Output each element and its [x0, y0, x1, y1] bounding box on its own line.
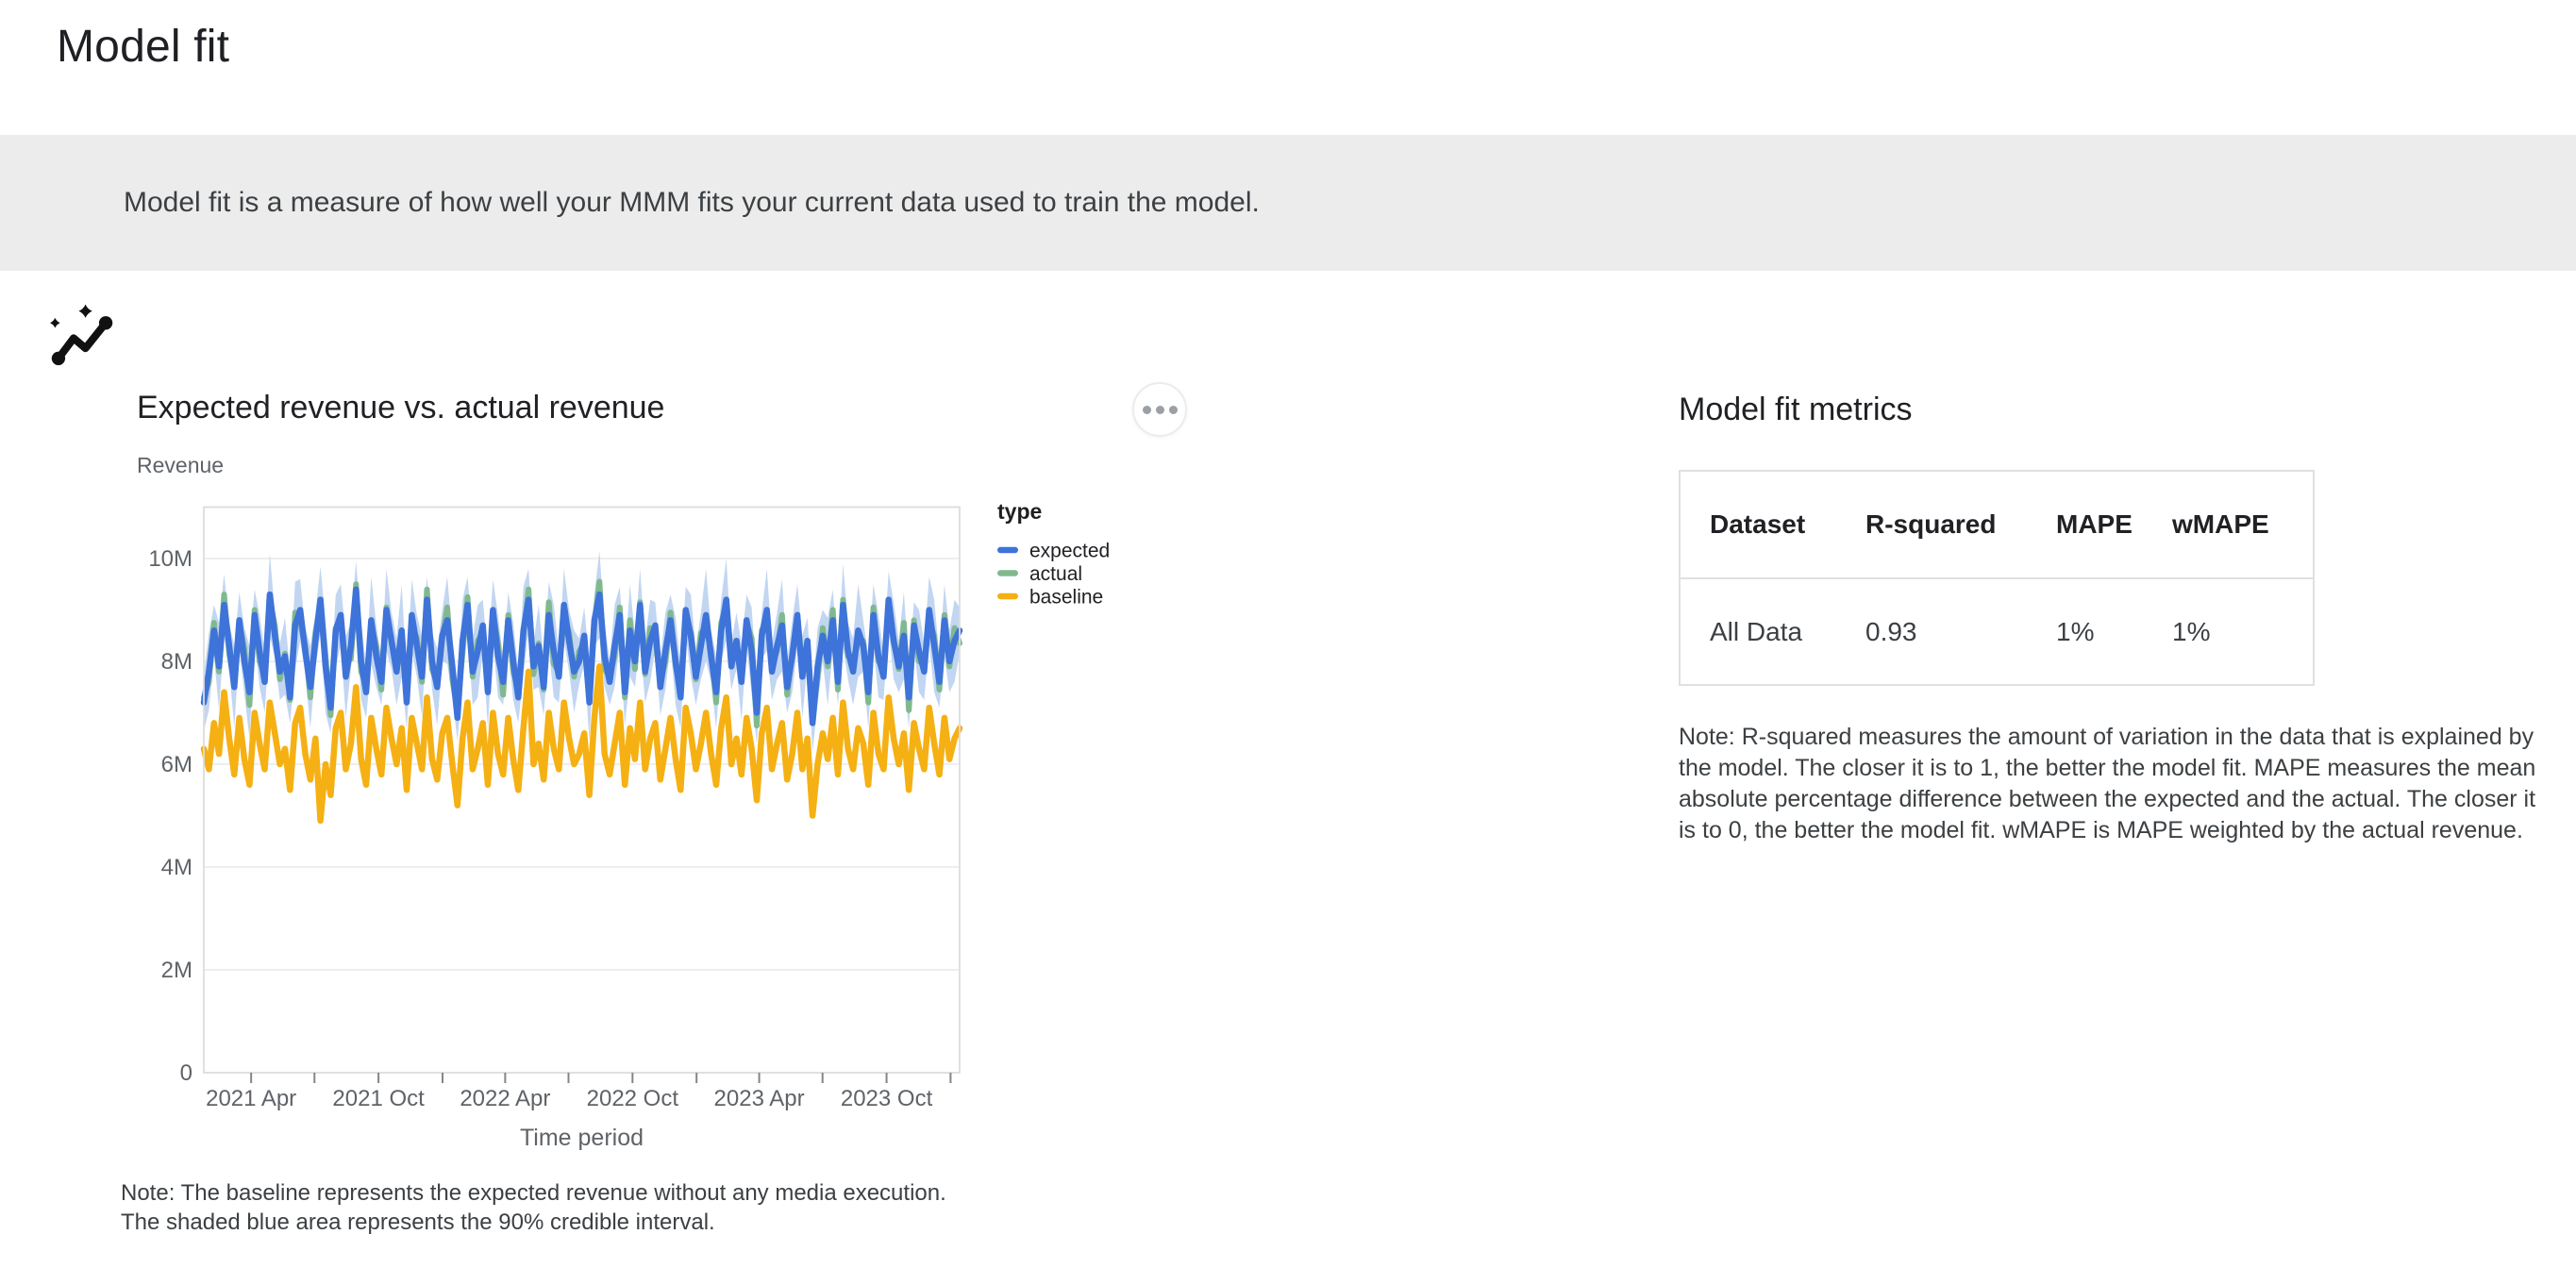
cell-mape: 1% — [2056, 578, 2163, 685]
chart-note: Note: The baseline represents the expect… — [121, 1178, 946, 1237]
model-fit-metrics-table: Dataset R-squared MAPE wMAPE All Data 0.… — [1679, 470, 2315, 686]
metrics-title: Model fit metrics — [1679, 392, 1913, 428]
table-header-row: Dataset R-squared MAPE wMAPE — [1680, 471, 2314, 578]
x-axis-tick-label: 2023 Apr — [714, 1086, 805, 1111]
baseline-line — [204, 666, 960, 821]
x-axis-tick-label: 2022 Apr — [460, 1086, 550, 1111]
chart-note-line1: Note: The baseline represents the expect… — [121, 1178, 946, 1208]
header-r-squared: R-squared — [1865, 471, 2056, 578]
header-wmape: wMAPE — [2163, 471, 2314, 578]
metrics-note: Note: R-squared measures the amount of v… — [1679, 722, 2547, 846]
y-axis-tick-label: 2M — [161, 958, 192, 983]
expected-vs-actual-revenue-chart: 0 2M 4M 6M 8M 10M 2021 Apr 2021 Oct 2022 Apr 2022… — [132, 491, 1227, 1179]
x-axis-title: Time period — [520, 1125, 644, 1151]
legend-swatch-expected — [997, 547, 1018, 553]
y-axis-tick-label: 4M — [161, 855, 192, 880]
cell-r-squared: 0.93 — [1865, 578, 2056, 685]
table-row: All Data 0.93 1% 1% — [1680, 578, 2314, 685]
x-axis-tick-label: 2021 Oct — [332, 1086, 425, 1111]
header-mape: MAPE — [2056, 471, 2163, 578]
legend-item-label: actual — [1029, 563, 1082, 585]
legend-item-label: baseline — [1029, 587, 1103, 609]
legend-item-label: expected — [1029, 541, 1110, 562]
cell-dataset: All Data — [1680, 578, 1865, 685]
chart-more-options-button[interactable] — [1132, 382, 1187, 437]
cell-wmape: 1% — [2163, 578, 2314, 685]
x-axis-tick-label: 2022 Oct — [587, 1086, 679, 1111]
more-options-icon — [1169, 406, 1178, 414]
banner-text: Model fit is a measure of how well your … — [124, 135, 1260, 271]
model-fit-sparkline-icon — [42, 301, 123, 382]
y-axis-tick-label: 6M — [161, 752, 192, 777]
chart-y-axis-caption: Revenue — [137, 453, 224, 478]
header-dataset: Dataset — [1680, 471, 1865, 578]
chart-note-line2: The shaded blue area represents the 90% … — [121, 1208, 946, 1237]
legend-swatch-actual — [997, 570, 1018, 576]
info-banner: Model fit is a measure of how well your … — [0, 135, 2576, 271]
y-axis-tick-label: 0 — [180, 1060, 192, 1086]
more-options-icon — [1143, 406, 1151, 414]
more-options-icon — [1156, 406, 1164, 414]
chart-title: Expected revenue vs. actual revenue — [137, 390, 664, 426]
x-axis-tick-label: 2021 Apr — [206, 1086, 296, 1111]
legend-title: type — [997, 499, 1042, 524]
x-axis-tick-label: 2023 Oct — [841, 1086, 933, 1111]
y-axis-tick-label: 8M — [161, 649, 192, 675]
legend-swatch-baseline — [997, 593, 1018, 599]
y-axis-tick-label: 10M — [148, 546, 192, 572]
page-title: Model fit — [57, 21, 229, 73]
